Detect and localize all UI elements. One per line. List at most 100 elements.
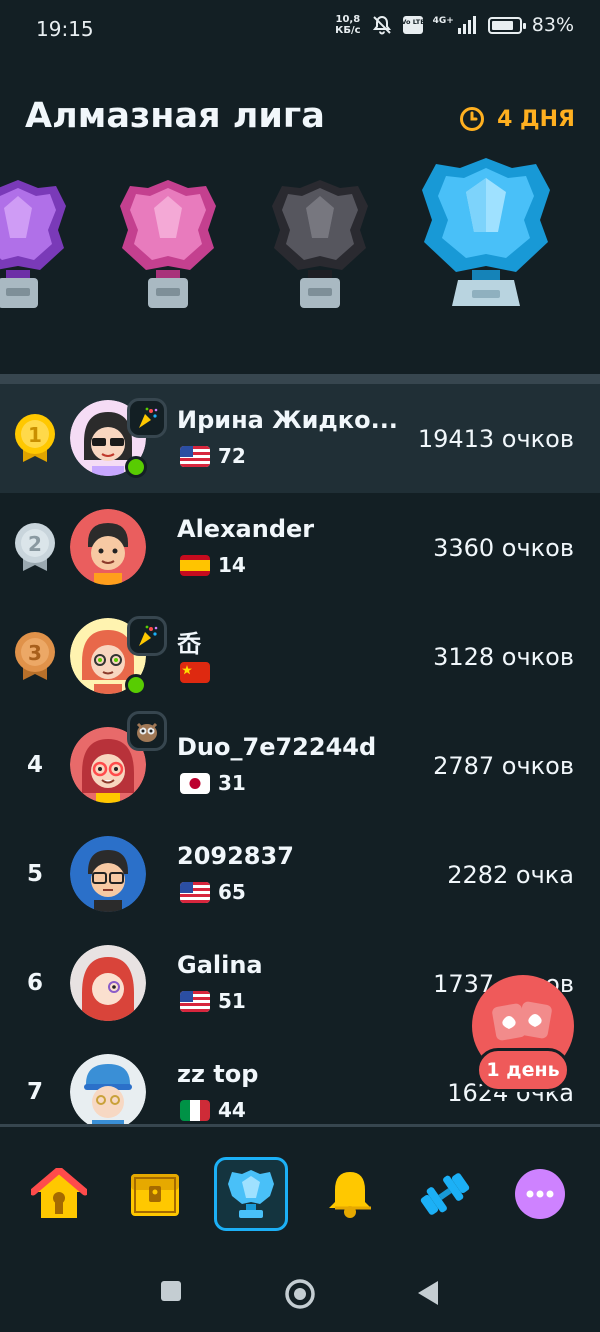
celebration-badge bbox=[127, 398, 167, 438]
xp-score: 2282 очка bbox=[447, 861, 574, 889]
avatar[interactable] bbox=[70, 509, 146, 585]
xp-score: 3360 очков bbox=[433, 534, 574, 562]
streak-count: 44 bbox=[218, 1098, 246, 1122]
tab-practice[interactable] bbox=[408, 1157, 482, 1231]
status-time: 19:15 bbox=[36, 17, 94, 41]
party-popper-icon bbox=[139, 407, 158, 428]
user-name: Ирина Жидко... bbox=[177, 406, 398, 434]
trophy-icon bbox=[228, 1170, 274, 1218]
streak-count: 14 bbox=[218, 553, 246, 577]
rank-number: 3 bbox=[28, 641, 42, 665]
friend-streak-button[interactable]: 1 день bbox=[472, 975, 574, 1095]
user-meta: 14 bbox=[180, 553, 246, 577]
bronze-medal-icon: 3 bbox=[15, 632, 55, 680]
diamond-league-trophy-icon bbox=[422, 158, 550, 306]
online-indicator bbox=[125, 674, 147, 696]
leaderboard-row-2[interactable]: 2 Alexander 14 3360 очков bbox=[0, 493, 600, 602]
online-indicator bbox=[125, 456, 147, 478]
leaderboard-row-3[interactable]: 3 岙 3128 очков bbox=[0, 602, 600, 711]
leaderboard-row-4[interactable]: 4 Duo_7e72244d 31 2787 очков bbox=[0, 711, 600, 820]
battery-icon bbox=[487, 16, 526, 34]
jp-flag-icon bbox=[180, 772, 210, 794]
rank-number: 2 bbox=[28, 532, 42, 556]
streak-count: 31 bbox=[218, 771, 246, 795]
signal-icon bbox=[457, 16, 476, 34]
xp-score: 2787 очков bbox=[433, 752, 574, 780]
streak-count: 51 bbox=[218, 989, 246, 1013]
network-type: 4G+ bbox=[432, 16, 454, 26]
xp-score: 19413 очков bbox=[417, 425, 574, 453]
home-button-icon[interactable] bbox=[284, 1278, 316, 1310]
avatar-badge bbox=[127, 711, 167, 751]
friend-streak-icon bbox=[492, 1001, 552, 1041]
user-meta: 44 bbox=[180, 1098, 246, 1122]
user-meta: 31 bbox=[180, 771, 246, 795]
user-meta: 72 bbox=[180, 444, 246, 468]
owl-icon bbox=[136, 722, 158, 742]
battery-level bbox=[491, 20, 513, 30]
rank-number: 6 bbox=[26, 970, 43, 996]
bell-icon bbox=[329, 1172, 371, 1218]
tab-more[interactable] bbox=[503, 1157, 577, 1231]
avatar[interactable] bbox=[70, 836, 146, 912]
network-speed: 10,8 КБ/с bbox=[335, 14, 361, 36]
system-nav-bar bbox=[0, 1250, 600, 1332]
leaderboard-row-1[interactable]: 1 Ирина Жидко... 72 19413 очков bbox=[0, 384, 600, 493]
user-name: Alexander bbox=[177, 515, 315, 543]
silver-medal-icon: 2 bbox=[15, 523, 55, 571]
status-indicators: 10,8 КБ/с Vo LTE 4G+ 83% bbox=[335, 14, 574, 36]
league-trophies bbox=[0, 150, 600, 330]
league-header: Алмазная лига 4 ДНЯ bbox=[25, 96, 575, 146]
recents-button-icon[interactable] bbox=[160, 1280, 182, 1302]
user-name: zz top bbox=[177, 1060, 259, 1088]
timer-label: 4 ДНЯ bbox=[497, 106, 575, 132]
friend-streak-label[interactable]: 1 день bbox=[476, 1048, 570, 1092]
avatar[interactable] bbox=[70, 945, 146, 1021]
user-name: 岙 bbox=[177, 630, 201, 658]
page-title: Алмазная лига bbox=[25, 96, 325, 136]
chest-icon bbox=[131, 1174, 179, 1216]
tab-leagues[interactable] bbox=[214, 1157, 288, 1231]
house-icon bbox=[31, 1168, 87, 1218]
user-name: Galina bbox=[177, 951, 263, 979]
pearl-league-trophy-icon bbox=[120, 180, 216, 308]
es-flag-icon bbox=[180, 554, 210, 576]
us-flag-icon bbox=[180, 445, 210, 467]
avatar[interactable] bbox=[70, 1054, 146, 1124]
leaderboard-row-5[interactable]: 5 2092837 65 2282 очка bbox=[0, 820, 600, 929]
us-flag-icon bbox=[180, 881, 210, 903]
tab-chest[interactable] bbox=[118, 1157, 192, 1231]
amethyst-league-trophy-icon bbox=[0, 180, 66, 308]
league-timer: 4 ДНЯ bbox=[459, 106, 575, 132]
rank-number: 7 bbox=[26, 1079, 43, 1105]
bottom-tab-bar bbox=[0, 1127, 600, 1247]
gold-medal-icon: 1 bbox=[15, 414, 55, 462]
party-popper-icon bbox=[139, 625, 158, 646]
user-name: 2092837 bbox=[177, 842, 294, 870]
streak-count: 65 bbox=[218, 880, 246, 904]
more-icon bbox=[515, 1169, 565, 1219]
tab-notifications[interactable] bbox=[313, 1157, 387, 1231]
rank-number: 5 bbox=[26, 861, 43, 887]
user-name: Duo_7e72244d bbox=[177, 733, 377, 761]
cn-flag-icon bbox=[180, 662, 210, 683]
xp-score: 3128 очков bbox=[433, 643, 574, 671]
rank-number: 4 bbox=[26, 752, 43, 778]
battery-percent: 83% bbox=[531, 14, 574, 36]
section-divider bbox=[0, 374, 600, 384]
dumbbell-icon bbox=[420, 1173, 470, 1215]
clock-icon bbox=[460, 107, 485, 131]
rank-number: 1 bbox=[28, 423, 42, 447]
it-flag-icon bbox=[180, 1099, 210, 1121]
bell-off-icon bbox=[372, 15, 391, 35]
tab-home[interactable] bbox=[22, 1157, 96, 1231]
back-button-icon[interactable] bbox=[416, 1280, 440, 1306]
obsidian-league-trophy-icon bbox=[272, 180, 368, 308]
user-meta: 51 bbox=[180, 989, 246, 1013]
streak-count: 72 bbox=[218, 444, 246, 468]
user-meta bbox=[180, 662, 218, 683]
celebration-badge bbox=[127, 616, 167, 656]
status-bar: 19:15 10,8 КБ/с Vo LTE 4G+ 83% bbox=[0, 0, 600, 60]
us-flag-icon bbox=[180, 990, 210, 1012]
user-meta: 65 bbox=[180, 880, 246, 904]
